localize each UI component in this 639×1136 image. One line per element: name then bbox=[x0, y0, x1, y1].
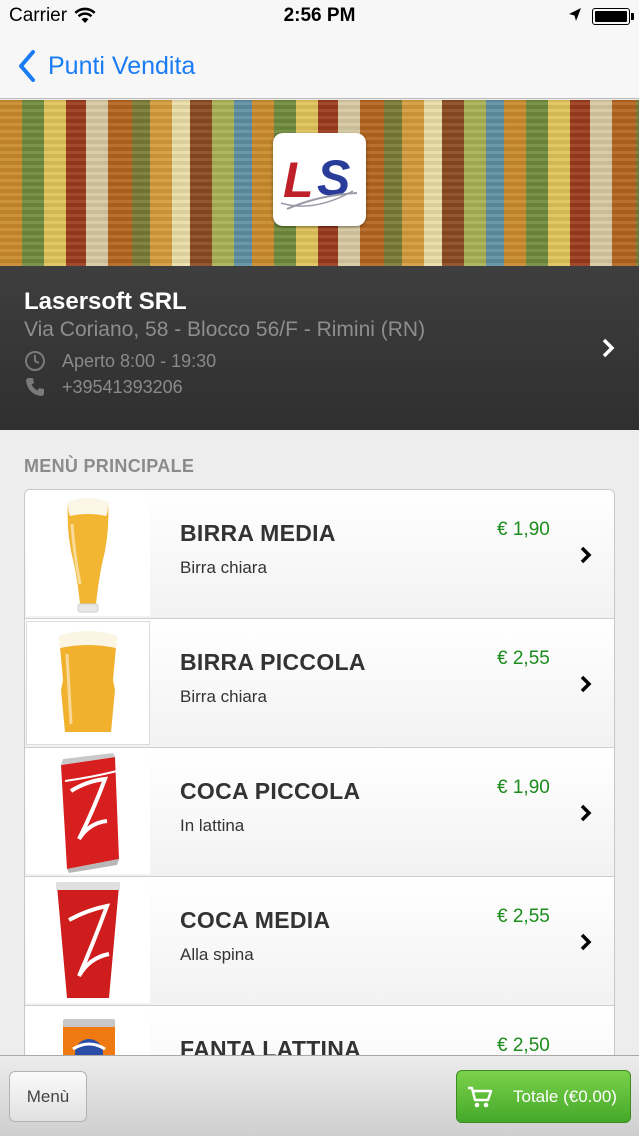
chevron-right-icon bbox=[602, 338, 615, 358]
list-item-fanta-lattina[interactable]: FANTA LATTINA € 2,50 bbox=[25, 1006, 614, 1055]
chevron-left-icon bbox=[19, 50, 35, 82]
shopping-cart-icon bbox=[468, 1086, 493, 1107]
item-price: € 2,55 bbox=[497, 648, 550, 669]
section-title: MENÙ PRINCIPALE bbox=[24, 456, 195, 476]
item-price: € 2,55 bbox=[497, 906, 550, 927]
item-title: BIRRA MEDIA bbox=[180, 520, 336, 546]
fanta-can-image bbox=[26, 1008, 150, 1055]
shop-info-cell[interactable]: Lasersoft SRL Via Coriano, 58 - Blocco 5… bbox=[0, 266, 639, 430]
chevron-right-icon bbox=[580, 804, 592, 822]
list-item-birra-media[interactable]: BIRRA MEDIA Birra chiara € 1,90 bbox=[25, 490, 614, 619]
coca-cola-cup-image bbox=[26, 879, 150, 1003]
battery-icon bbox=[592, 8, 634, 25]
back-button-label: Punti Vendita bbox=[48, 51, 196, 80]
svg-text:L: L bbox=[283, 152, 314, 208]
item-price: € 2,50 bbox=[497, 1035, 550, 1055]
total-label: Totale (€0.00) bbox=[513, 1086, 617, 1106]
bottom-toolbar: Menù Totale (€0.00) bbox=[0, 1055, 639, 1136]
shop-address: Via Coriano, 58 - Blocco 56/F - Rimini (… bbox=[24, 318, 426, 341]
pint-beer-glass-image bbox=[26, 621, 150, 745]
chevron-right-icon bbox=[580, 933, 592, 951]
item-title: BIRRA PICCOLA bbox=[180, 649, 366, 675]
item-price: € 1,90 bbox=[497, 777, 550, 798]
list-item-coca-piccola[interactable]: COCA PICCOLA In lattina € 1,90 bbox=[25, 748, 614, 877]
status-bar: Carrier 2:56 PM bbox=[0, 0, 639, 34]
shop-phone: +39541393206 bbox=[62, 376, 183, 397]
item-price: € 1,90 bbox=[497, 519, 550, 540]
item-description: Birra chiara bbox=[180, 687, 267, 706]
shop-hours: Aperto 8:00 - 19:30 bbox=[62, 350, 217, 371]
location-arrow-icon bbox=[569, 8, 581, 21]
item-title: COCA MEDIA bbox=[180, 907, 331, 933]
status-time: 2:56 PM bbox=[283, 5, 356, 26]
total-cart-button[interactable]: Totale (€0.00) bbox=[456, 1070, 631, 1123]
clock-icon bbox=[25, 351, 45, 371]
back-button[interactable]: Punti Vendita bbox=[14, 48, 195, 84]
phone-icon bbox=[26, 378, 44, 396]
item-description: In lattina bbox=[180, 816, 245, 835]
menu-list[interactable]: BIRRA MEDIA Birra chiara € 1,90 BIRRA PI… bbox=[24, 489, 615, 1055]
shop-banner: L S bbox=[0, 100, 639, 266]
shop-hours-row: Aperto 8:00 - 19:30 bbox=[24, 350, 216, 372]
navigation-bar: Punti Vendita bbox=[0, 34, 639, 99]
shop-phone-row: +39541393206 bbox=[24, 376, 183, 398]
shop-logo: L S bbox=[273, 133, 366, 226]
coca-cola-can-image bbox=[26, 750, 150, 874]
menu-button[interactable]: Menù bbox=[9, 1071, 87, 1122]
chevron-right-icon bbox=[580, 675, 592, 693]
tall-beer-glass-image bbox=[26, 492, 150, 616]
list-item-coca-media[interactable]: COCA MEDIA Alla spina € 2,55 bbox=[25, 877, 614, 1006]
list-item-birra-piccola[interactable]: BIRRA PICCOLA Birra chiara € 2,55 bbox=[25, 619, 614, 748]
item-title: COCA PICCOLA bbox=[180, 778, 361, 804]
shop-name: Lasersoft SRL bbox=[24, 288, 187, 315]
item-description: Alla spina bbox=[180, 945, 254, 964]
item-title: FANTA LATTINA bbox=[180, 1036, 362, 1055]
chevron-right-icon bbox=[580, 546, 592, 564]
item-description: Birra chiara bbox=[180, 558, 267, 577]
